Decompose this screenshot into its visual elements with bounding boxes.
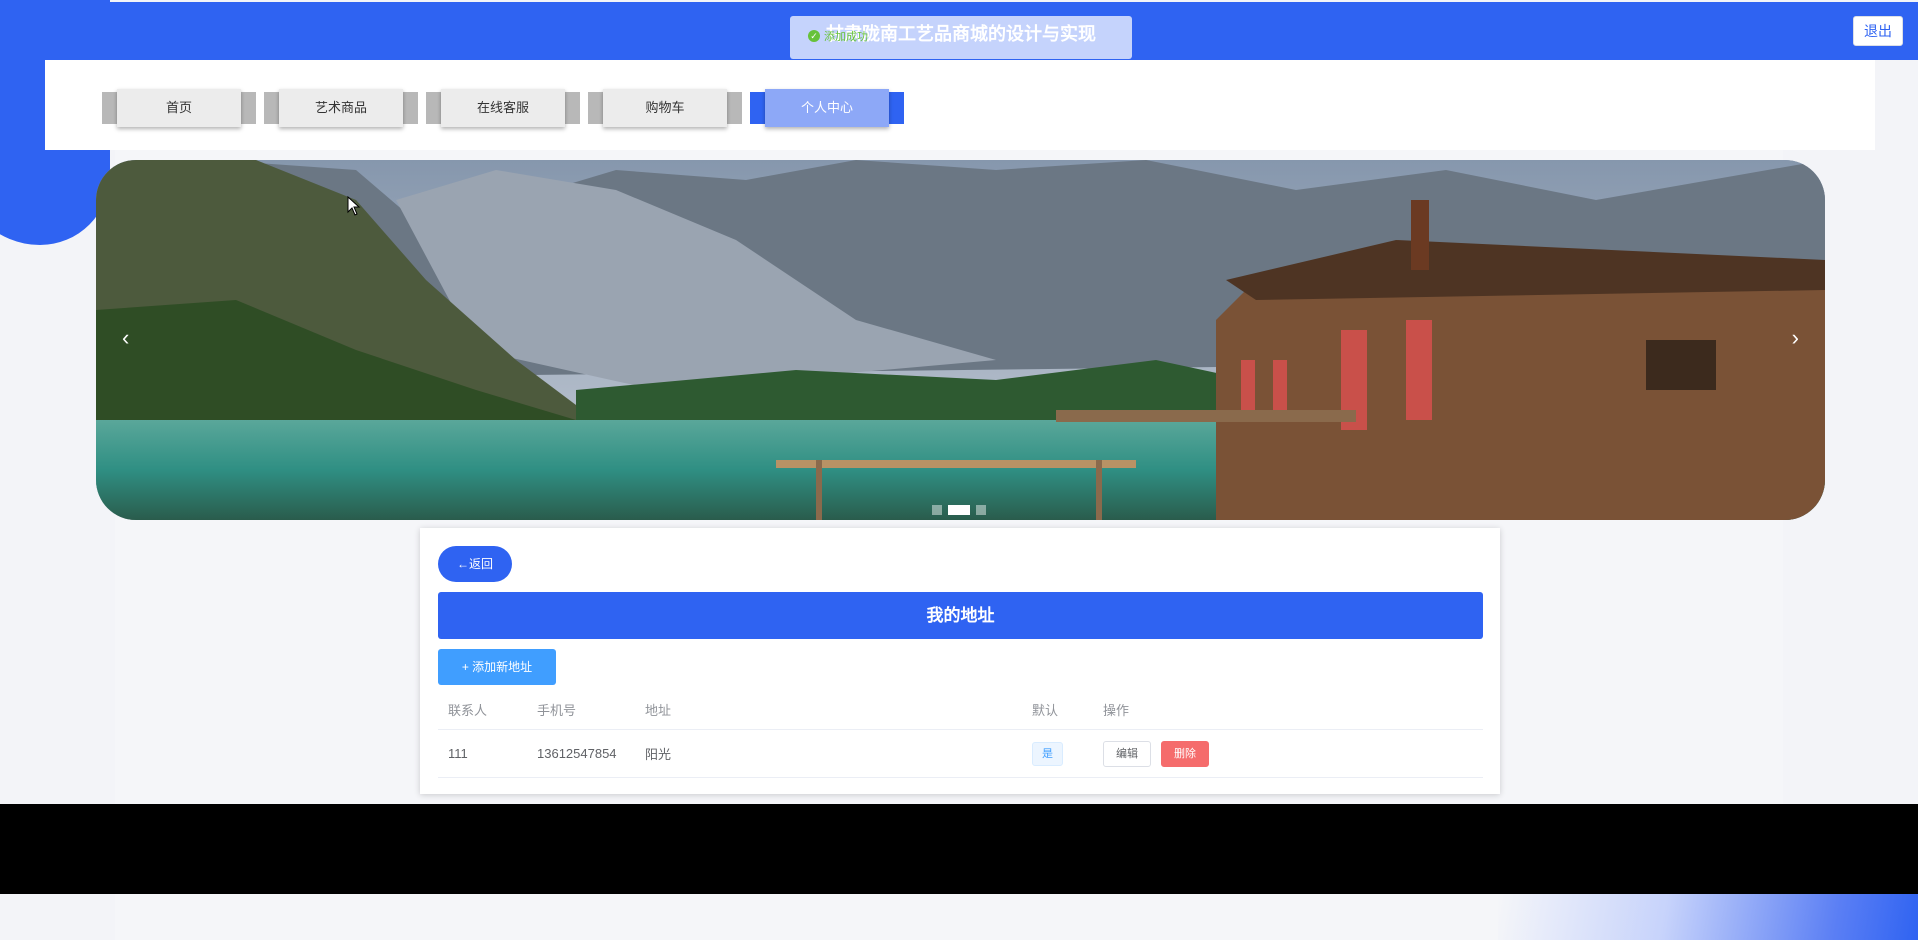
carousel-indicator[interactable] xyxy=(932,505,942,515)
nav-item-cart[interactable]: 购物车 xyxy=(588,89,742,127)
page-title: 我的地址 xyxy=(438,592,1483,639)
column-header-phone: 手机号 xyxy=(537,703,577,718)
nav-item-label: 在线客服 xyxy=(441,89,565,127)
nav-item-label: 个人中心 xyxy=(765,89,889,127)
check-circle-icon: ✓ xyxy=(808,30,820,42)
table-header: 联系人 手机号 地址 默认 操作 xyxy=(438,690,1483,730)
actions-cell: 编辑 删除 xyxy=(1103,730,1209,777)
phone-cell: 13612547854 xyxy=(537,746,617,761)
success-toast: ✓ 添加成功 xyxy=(808,28,868,44)
nav-item-label: 艺术商品 xyxy=(279,89,403,127)
nav-item-label: 首页 xyxy=(117,89,241,127)
contact-cell: 111 xyxy=(448,746,468,761)
logout-button[interactable]: 退出 xyxy=(1853,16,1903,46)
column-header-actions: 操作 xyxy=(1103,703,1130,718)
add-address-button[interactable]: + 添加新地址 xyxy=(438,649,556,685)
column-header-contact: 联系人 xyxy=(448,703,488,718)
carousel-indicator-active[interactable] xyxy=(948,505,970,515)
nav-item-art-products[interactable]: 艺术商品 xyxy=(264,89,418,127)
back-button[interactable]: ←返回 xyxy=(438,546,512,582)
default-cell: 是 xyxy=(1032,730,1063,777)
column-header-default: 默认 xyxy=(1032,703,1059,718)
nav-item-personal-center[interactable]: 个人中心 xyxy=(750,89,904,127)
address-table: 联系人 手机号 地址 默认 操作 111 13612547854 阳光 是 编辑… xyxy=(438,690,1483,778)
column-header-address: 地址 xyxy=(645,703,672,718)
address-panel: ←返回 我的地址 + 添加新地址 联系人 手机号 地址 默认 操作 111 13… xyxy=(420,528,1500,794)
carousel-prev-arrow[interactable]: ‹ xyxy=(122,325,129,351)
edit-button[interactable]: 编辑 xyxy=(1103,740,1151,767)
carousel-indicator[interactable] xyxy=(976,505,986,515)
toast-message: 添加成功 xyxy=(824,31,868,43)
carousel-next-arrow[interactable]: › xyxy=(1792,325,1799,351)
nav-item-online-service[interactable]: 在线客服 xyxy=(426,89,580,127)
nav-item-home[interactable]: 首页 xyxy=(102,89,256,127)
mouse-cursor-icon xyxy=(347,196,361,216)
top-header: 甘肃陇南工艺品商城的设计与实现 ✓ 添加成功 退出 xyxy=(0,2,1918,60)
carousel-indicators xyxy=(932,505,986,515)
delete-button[interactable]: 删除 xyxy=(1161,740,1209,767)
black-band xyxy=(0,804,1918,894)
nav-item-label: 购物车 xyxy=(603,89,727,127)
table-row: 111 13612547854 阳光 是 编辑 删除 xyxy=(438,730,1483,778)
decorative-gradient xyxy=(1498,890,1918,940)
main-nav: 首页 艺术商品 在线客服 购物车 个人中心 xyxy=(45,60,1875,150)
default-badge: 是 xyxy=(1032,741,1063,766)
address-cell: 阳光 xyxy=(645,747,672,762)
